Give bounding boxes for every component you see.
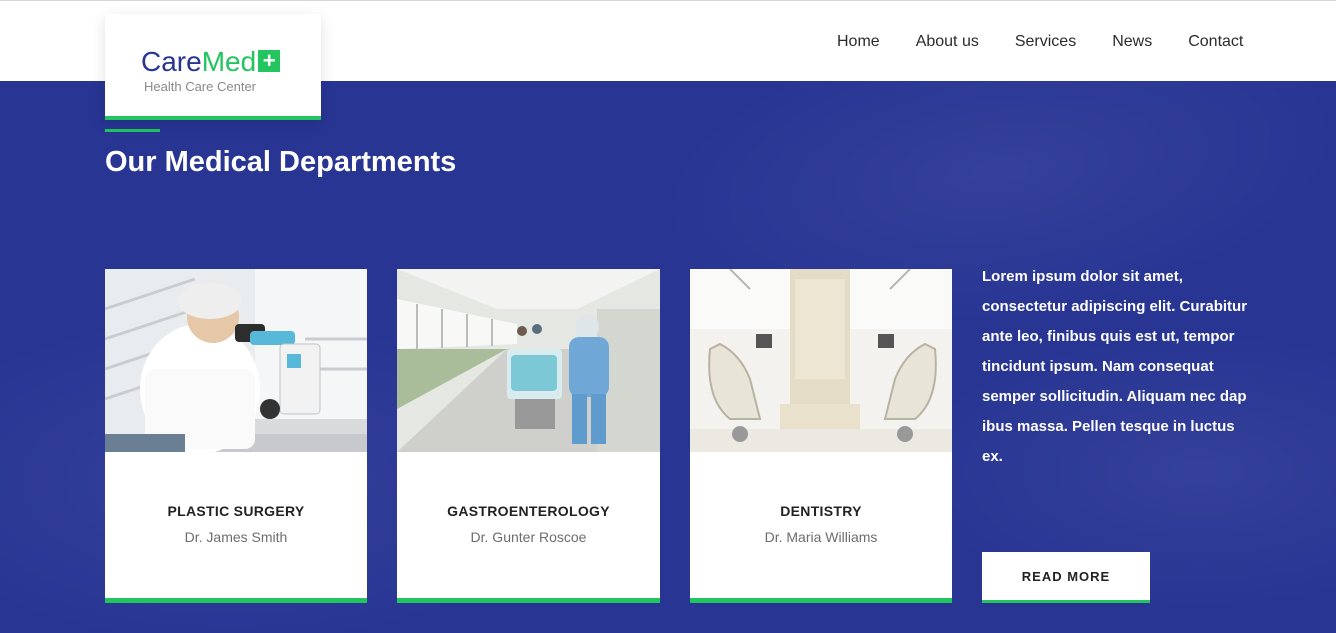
lab-microscope-photo xyxy=(105,269,367,452)
department-card[interactable]: PLASTIC SURGERY Dr. James Smith xyxy=(105,269,367,603)
logo-wordmark: CareMed + xyxy=(141,46,281,78)
section-title: Our Medical Departments xyxy=(105,146,457,178)
department-title: PLASTIC SURGERY xyxy=(167,503,305,519)
department-card[interactable]: DENTISTRY Dr. Maria Williams xyxy=(690,269,952,603)
department-title: GASTROENTEROLOGY xyxy=(447,503,610,519)
dental-clinic-photo xyxy=(690,269,952,452)
title-accent-line xyxy=(105,129,160,132)
hospital-corridor-photo xyxy=(397,269,660,452)
department-title: DENTISTRY xyxy=(780,503,862,519)
nav-about-us[interactable]: About us xyxy=(916,33,979,51)
section-description: Lorem ipsum dolor sit amet, consectetur … xyxy=(982,268,1248,465)
nav-services[interactable]: Services xyxy=(1015,33,1076,51)
department-doctor: Dr. Gunter Roscoe xyxy=(470,529,587,545)
nav-contact[interactable]: Contact xyxy=(1188,33,1243,51)
logo[interactable]: CareMed + Health Care Center xyxy=(105,14,321,120)
logo-name-part1: Care xyxy=(141,46,202,77)
plus-icon: + xyxy=(258,50,281,72)
nav-home[interactable]: Home xyxy=(837,33,880,51)
department-doctor: Dr. Maria Williams xyxy=(764,529,878,545)
main-nav: Home About us Services News Contact xyxy=(837,33,1243,51)
nav-news[interactable]: News xyxy=(1112,33,1152,51)
department-card[interactable]: GASTROENTEROLOGY Dr. Gunter Roscoe xyxy=(397,269,660,603)
department-doctor: Dr. James Smith xyxy=(184,529,288,545)
logo-name-part2: Med xyxy=(201,46,257,77)
read-more-button[interactable]: READ MORE xyxy=(982,552,1150,603)
logo-tagline: Health Care Center xyxy=(144,79,256,94)
